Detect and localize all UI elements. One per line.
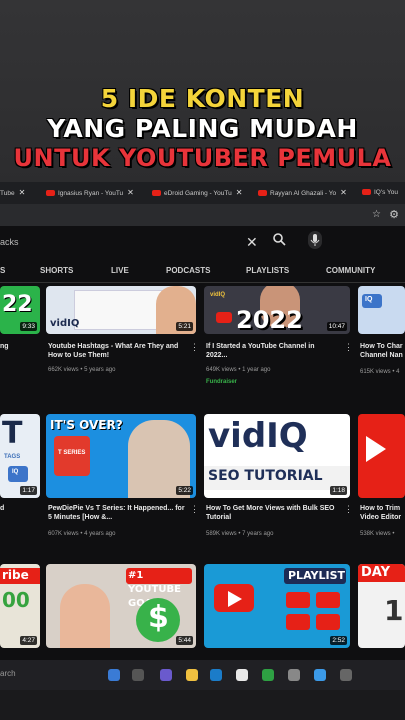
video-title[interactable]: If I Started a YouTube Channel in 2022..… xyxy=(206,342,336,360)
youtube-icon xyxy=(46,190,55,197)
video-thumbnail[interactable]: DAY 1 xyxy=(358,564,405,648)
windows-taskbar: arch xyxy=(0,660,405,690)
notion-icon[interactable] xyxy=(236,669,248,681)
video-thumbnail[interactable]: vidIQ 5:21 xyxy=(46,286,196,334)
edge-icon[interactable] xyxy=(210,669,222,681)
video-thumbnail[interactable]: #1 YOUTUBE GOAL! $ 5:44 xyxy=(46,564,196,648)
video-thumbnail[interactable]: 22 9:33 xyxy=(0,286,40,334)
windows-start-icon[interactable] xyxy=(108,669,120,681)
tab-playlists[interactable]: PLAYLISTS xyxy=(246,266,289,275)
close-icon[interactable]: ✕ xyxy=(340,188,347,197)
app-icon[interactable] xyxy=(314,669,326,681)
video-thumbnail[interactable]: vidIQ SEO TUTORIAL 1:18 xyxy=(204,414,350,498)
browser-toolbar: ☆ ⚙ xyxy=(0,204,405,226)
browser-tab[interactable]: eDroid Gaming - YouTu ✕ xyxy=(152,185,242,201)
tab-live[interactable]: LIVE xyxy=(111,266,129,275)
video-thumbnail[interactable]: 2022 vidIQ 10:47 xyxy=(204,286,350,334)
video-title[interactable]: How To Get More Views with Bulk SEO Tuto… xyxy=(206,504,336,522)
more-options-icon[interactable]: ⋮ xyxy=(344,504,353,515)
youtube-logo-icon xyxy=(216,312,232,323)
browser-tab[interactable]: IQ's You xyxy=(362,185,398,201)
browser-tab[interactable]: Ignasius Ryan - YouTu ✕ xyxy=(46,185,134,201)
search-input[interactable]: acks xyxy=(0,237,19,247)
video-meta: 538K views • xyxy=(360,531,395,537)
search-icon[interactable] xyxy=(272,232,286,251)
file-explorer-icon[interactable] xyxy=(186,669,198,681)
settings-icon[interactable]: ⚙ xyxy=(389,208,399,221)
video-meta: 662K views • 5 years ago xyxy=(48,367,116,373)
fundraiser-badge: Fundraiser xyxy=(206,379,238,385)
video-thumbnail[interactable]: IT'S OVER? T SERIES 5:22 xyxy=(46,414,196,498)
more-options-icon[interactable]: ⋮ xyxy=(190,342,199,353)
video-thumbnail[interactable]: T TAGS IQ 1:17 xyxy=(0,414,40,498)
tseries-logo xyxy=(54,436,90,476)
browser-tab[interactable]: Rayyan Al Ghazali - Yo ✕ xyxy=(258,185,347,201)
taskbar-search[interactable]: arch xyxy=(0,669,16,678)
voice-search-button[interactable] xyxy=(308,231,322,249)
search-bar[interactable]: acks ✕ xyxy=(0,226,405,260)
youtube-icon xyxy=(258,190,267,197)
video-meta: 649K views • 1 year ago xyxy=(206,367,271,373)
caption-line-2: YANG PALING MUDAH xyxy=(47,114,358,143)
caption-line-3: UNTUK YOUTUBER PEMULA xyxy=(13,144,392,172)
video-meta: 607K views • 4 years ago xyxy=(48,531,116,537)
app-icon[interactable] xyxy=(340,669,352,681)
video-title[interactable]: PewDiePie Vs T Series: It Happened... fo… xyxy=(48,504,188,522)
youtube-icon xyxy=(362,189,371,196)
task-view-icon[interactable] xyxy=(132,669,144,681)
browser-tab[interactable]: Tube ✕ xyxy=(0,185,25,201)
microphone-icon xyxy=(310,234,320,246)
close-icon[interactable]: ✕ xyxy=(236,188,243,197)
close-icon[interactable]: ✕ xyxy=(127,188,134,197)
chrome-icon[interactable] xyxy=(262,669,274,681)
tab-community[interactable]: COMMUNITY xyxy=(326,266,375,275)
more-options-icon[interactable]: ⋮ xyxy=(190,504,199,515)
person-face xyxy=(60,584,110,648)
video-thumbnail[interactable]: IQ xyxy=(358,286,405,334)
tab-shorts[interactable]: SHORTS xyxy=(40,266,73,275)
teams-icon[interactable] xyxy=(160,669,172,681)
channel-tabs: S SHORTS LIVE PODCASTS PLAYLISTS COMMUNI… xyxy=(0,260,405,283)
video-thumbnail[interactable] xyxy=(358,414,405,498)
video-title[interactable]: Youtube Hashtags - What Are They and How… xyxy=(48,342,188,360)
video-thumbnail[interactable]: ribe 00 4:27 xyxy=(0,564,40,648)
video-thumbnail[interactable]: PLAYLIST 2:52 xyxy=(204,564,350,648)
clear-icon[interactable]: ✕ xyxy=(246,234,258,251)
more-options-icon[interactable]: ⋮ xyxy=(344,342,353,353)
close-icon[interactable]: ✕ xyxy=(19,188,26,197)
tab-podcasts[interactable]: PODCASTS xyxy=(166,266,210,275)
video-title[interactable]: d xyxy=(0,504,40,513)
play-icon xyxy=(366,436,386,462)
app-icon[interactable] xyxy=(288,669,300,681)
video-meta: 589K views • 7 years ago xyxy=(206,531,274,537)
tab-partial[interactable]: S xyxy=(0,266,5,275)
desk-area xyxy=(0,690,405,720)
browser-tab-strip: Tube ✕ Ignasius Ryan - YouTu ✕ eDroid Gami… xyxy=(0,182,405,204)
video-title[interactable]: How To Char Channel Nan xyxy=(360,342,405,360)
video-meta: 615K views • 4 xyxy=(360,369,400,375)
video-title[interactable]: How to Trim Video Editor xyxy=(360,504,405,522)
star-icon[interactable]: ☆ xyxy=(372,209,381,220)
video-title[interactable]: ng xyxy=(0,342,40,351)
youtube-icon xyxy=(152,190,161,197)
caption-line-1: 5 IDE KONTEN xyxy=(100,84,305,113)
monitor-screen: Tube ✕ Ignasius Ryan - YouTu ✕ eDroid Gami… xyxy=(0,182,405,690)
play-icon xyxy=(228,591,242,607)
